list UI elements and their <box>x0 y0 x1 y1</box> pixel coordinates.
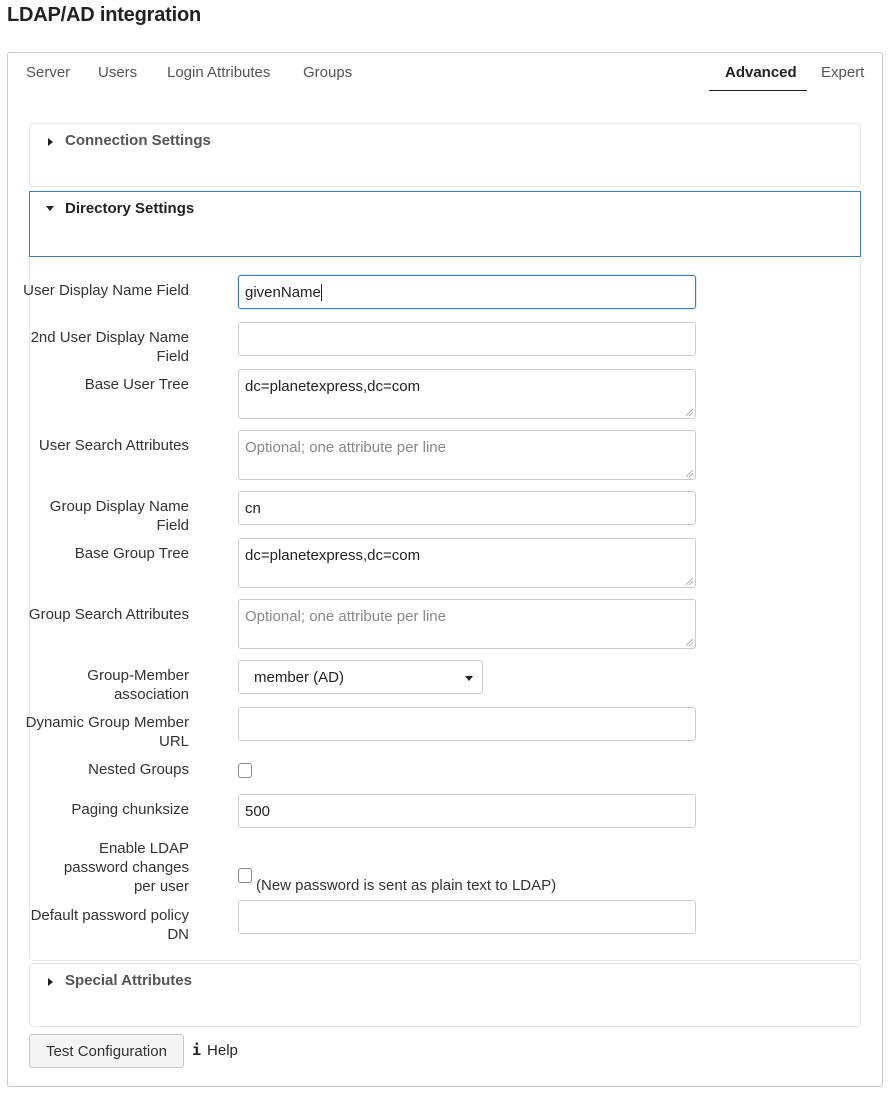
dynamic-group-url-label: Dynamic Group Member URL <box>25 714 189 750</box>
resize-handle-icon[interactable] <box>686 639 693 646</box>
ldap-pw-changes-note: (New password is sent as plain text to L… <box>256 877 557 894</box>
group-display-name-input[interactable]: cn <box>238 491 696 525</box>
user-display-name-input[interactable]: givenName <box>238 275 696 309</box>
user-display-name2-input[interactable] <box>238 322 696 356</box>
user-display-name2-label: 2nd User Display Name Field <box>30 329 189 365</box>
group-member-assoc-label: Group-Member association <box>87 667 189 703</box>
tab-login-attributes[interactable]: Login Attributes <box>167 65 270 91</box>
nested-groups-checkbox[interactable] <box>238 763 252 778</box>
default-pw-policy-input[interactable] <box>238 900 696 934</box>
ldap-settings-panel: Server Users Login Attributes Groups Adv… <box>7 52 883 1087</box>
connection-settings-header[interactable]: Connection Settings <box>44 132 211 149</box>
user-search-attrs-textarea[interactable]: Optional; one attribute per line <box>238 430 696 480</box>
help-link[interactable]: i Help <box>192 1041 238 1059</box>
text-cursor <box>320 284 322 301</box>
base-group-tree-value: dc=planetexpress,dc=com <box>245 547 421 564</box>
caret-right-icon <box>48 138 53 146</box>
special-attributes-label: Special Attributes <box>65 972 192 989</box>
base-user-tree-label: Base User Tree <box>84 376 189 393</box>
default-pw-policy-label: Default password policy DN <box>30 907 189 943</box>
resize-handle-icon[interactable] <box>686 470 693 477</box>
tab-server[interactable]: Server <box>26 65 70 91</box>
tab-advanced[interactable]: Advanced <box>709 65 807 91</box>
user-display-name-value: givenName <box>245 284 321 301</box>
connection-settings-label: Connection Settings <box>65 132 211 149</box>
user-search-attrs-label: User Search Attributes <box>38 437 189 454</box>
base-user-tree-textarea[interactable]: dc=planetexpress,dc=com <box>238 369 696 419</box>
dropdown-caret-icon <box>465 676 473 681</box>
page-title: LDAP/AD integration <box>7 4 201 26</box>
tab-expert[interactable]: Expert <box>821 65 864 91</box>
nested-groups-label: Nested Groups <box>88 761 189 778</box>
connection-settings-section: Connection Settings <box>29 123 861 187</box>
resize-handle-icon[interactable] <box>686 409 693 416</box>
group-member-assoc-value: member (AD) <box>254 669 345 686</box>
tab-groups[interactable]: Groups <box>303 65 352 91</box>
caret-down-icon <box>46 206 54 211</box>
special-attributes-header[interactable]: Special Attributes <box>44 972 192 989</box>
directory-settings-body: User Display Name Field givenName 2nd Us… <box>23 257 861 961</box>
base-group-tree-textarea[interactable]: dc=planetexpress,dc=com <box>238 538 696 588</box>
help-label: Help <box>207 1041 238 1059</box>
user-search-attrs-placeholder: Optional; one attribute per line <box>245 439 446 456</box>
group-display-name-label: Group Display Name Field <box>49 498 189 534</box>
group-search-attrs-label: Group Search Attributes <box>28 606 189 623</box>
directory-settings-label: Directory Settings <box>65 200 195 217</box>
group-search-attrs-textarea[interactable]: Optional; one attribute per line <box>238 599 696 649</box>
group-member-assoc-select[interactable]: member (AD) <box>238 660 483 694</box>
group-search-attrs-placeholder: Optional; one attribute per line <box>245 608 446 625</box>
ldap-pw-changes-checkbox[interactable] <box>238 868 252 883</box>
caret-right-icon <box>48 978 53 986</box>
special-attributes-section: Special Attributes <box>29 963 861 1027</box>
directory-settings-header[interactable]: Directory Settings <box>44 200 194 217</box>
directory-settings-section: Directory Settings <box>29 191 861 257</box>
test-configuration-button[interactable]: Test Configuration <box>29 1034 184 1068</box>
ldap-pw-changes-label: Enable LDAP password changes per user <box>63 840 189 895</box>
info-icon: i <box>192 1041 202 1059</box>
base-user-tree-value: dc=planetexpress,dc=com <box>245 378 421 395</box>
tab-users[interactable]: Users <box>98 65 137 91</box>
paging-chunksize-label: Paging chunksize <box>71 801 189 818</box>
resize-handle-icon[interactable] <box>686 578 693 585</box>
paging-chunksize-input[interactable]: 500 <box>238 794 696 828</box>
user-display-name-label: User Display Name Field <box>23 282 189 299</box>
dynamic-group-url-input[interactable] <box>238 707 696 741</box>
base-group-tree-label: Base Group Tree <box>74 545 189 562</box>
